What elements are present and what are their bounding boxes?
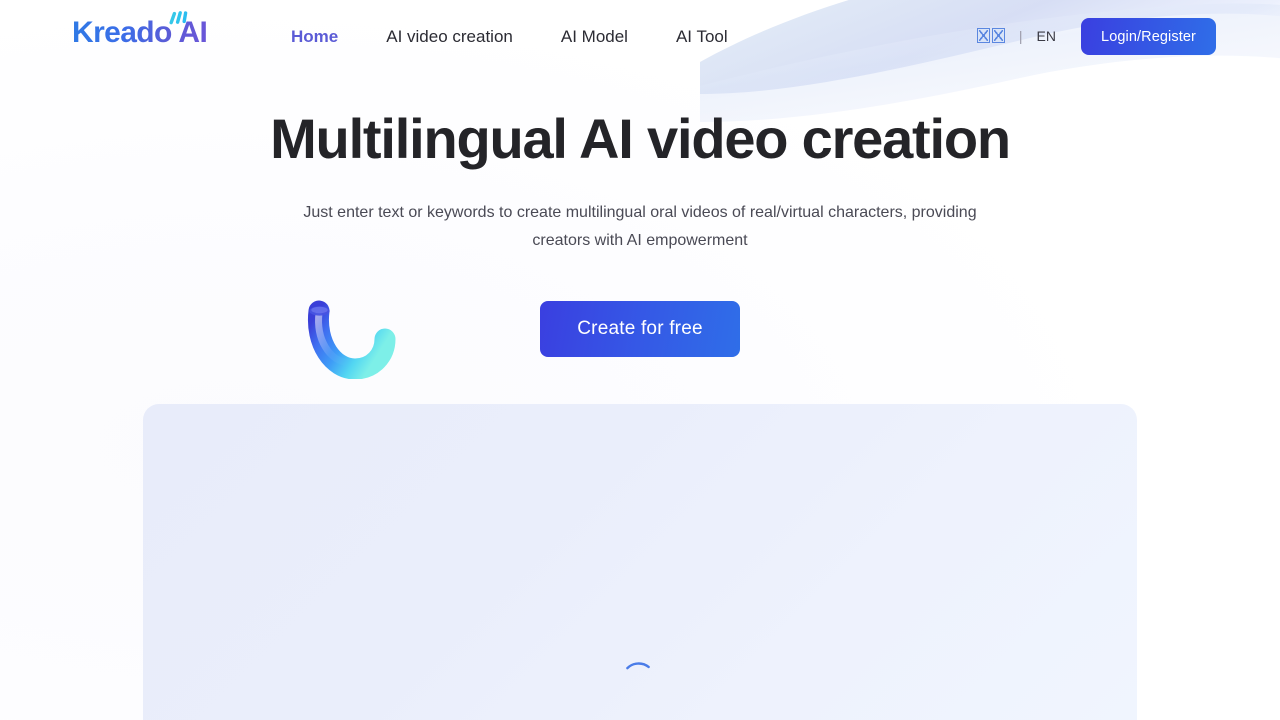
missing-glyph-icon [976,27,1005,43]
language-option-en[interactable]: EN [1037,29,1056,43]
brand-logo[interactable]: Kreado AI [72,11,208,52]
nav-item-ai-model[interactable]: AI Model [561,28,628,45]
nav-item-ai-tool[interactable]: AI Tool [676,28,728,45]
login-register-button[interactable]: Login/Register [1081,18,1216,55]
hero-cta-row: Create for free [0,300,1280,380]
site-header: Kreado AI Home AI video creation AI Mode… [0,0,1280,72]
language-option-chinese[interactable] [976,27,1005,45]
content-panel [143,404,1137,720]
language-switcher: | EN [976,0,1056,72]
hero-subtitle: Just enter text or keywords to create mu… [303,203,977,249]
main-navigation: Home AI video creation AI Model AI Tool [291,0,728,72]
loading-spinner-icon [620,658,660,698]
kreado-logo-ticks-icon [168,11,198,25]
nav-item-ai-video-creation[interactable]: AI video creation [386,28,513,45]
nav-item-home[interactable]: Home [291,28,338,45]
create-for-free-button[interactable]: Create for free [540,300,740,357]
language-separator: | [1018,28,1023,44]
